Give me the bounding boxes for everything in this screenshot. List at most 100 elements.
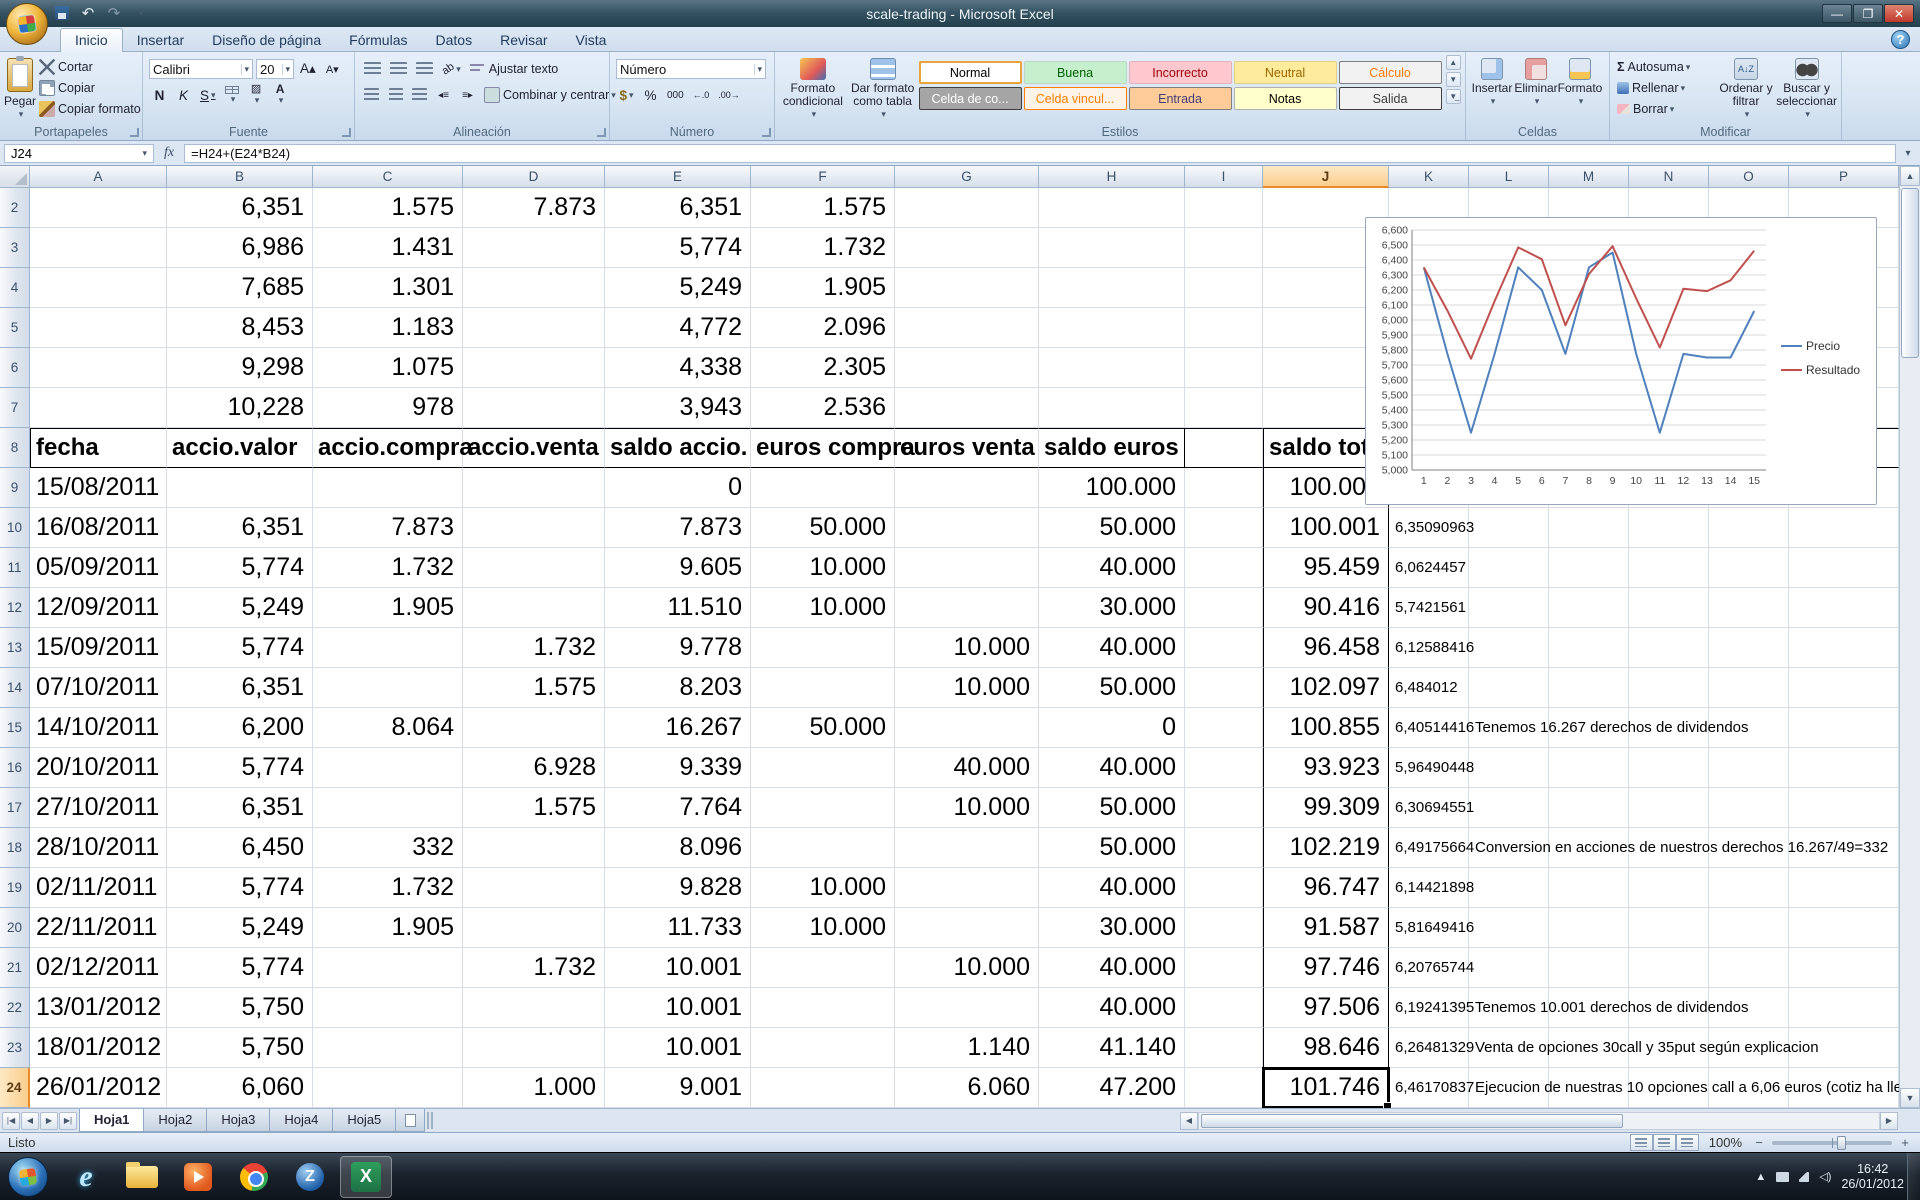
- cell-B20[interactable]: 5,249: [167, 908, 313, 948]
- cell-B22[interactable]: 5,750: [167, 988, 313, 1028]
- cell-E14[interactable]: 8.203: [605, 668, 751, 708]
- ribbon-tab-inicio[interactable]: Inicio: [60, 28, 123, 52]
- cell-A6[interactable]: [30, 348, 167, 388]
- cell-H13[interactable]: 40.000: [1039, 628, 1185, 668]
- help-button[interactable]: ?: [1891, 30, 1910, 49]
- column-header-L[interactable]: L: [1469, 166, 1549, 188]
- tray-expand-icon[interactable]: ▲: [1755, 1171, 1766, 1183]
- row-header-11[interactable]: 11: [0, 548, 30, 588]
- cell-B4[interactable]: 7,685: [167, 268, 313, 308]
- row-header-4[interactable]: 4: [0, 268, 30, 308]
- cell-A22[interactable]: 13/01/2012: [30, 988, 167, 1028]
- cell-O19[interactable]: [1709, 868, 1789, 908]
- cell-A3[interactable]: [30, 228, 167, 268]
- delete-cells-button[interactable]: Eliminar▾: [1514, 55, 1558, 121]
- cell-style-notas[interactable]: Notas: [1234, 87, 1337, 110]
- column-header-I[interactable]: I: [1185, 166, 1263, 188]
- shrink-font-button[interactable]: A▾: [322, 59, 343, 80]
- column-header-B[interactable]: B: [167, 166, 313, 188]
- cell-M11[interactable]: [1549, 548, 1629, 588]
- cell-O10[interactable]: [1709, 508, 1789, 548]
- qat-customize-button[interactable]: ▾: [130, 3, 150, 23]
- cell-B23[interactable]: 5,750: [167, 1028, 313, 1068]
- cell-N19[interactable]: [1629, 868, 1709, 908]
- cell-I17[interactable]: [1185, 788, 1263, 828]
- cell-N12[interactable]: [1629, 588, 1709, 628]
- formula-input[interactable]: =H24+(E24*B24): [184, 144, 1896, 163]
- cell-D12[interactable]: [463, 588, 605, 628]
- zoom-level[interactable]: 100%: [1709, 1135, 1742, 1150]
- dialog-launcher-icon[interactable]: [342, 128, 351, 137]
- cell-C19[interactable]: 1.732: [313, 868, 463, 908]
- cell-style-salida[interactable]: Salida: [1339, 87, 1442, 110]
- office-button[interactable]: [6, 3, 48, 45]
- cell-F8[interactable]: euros compra: [751, 428, 895, 468]
- cell-C20[interactable]: 1.905: [313, 908, 463, 948]
- cell-G24[interactable]: 6.060: [895, 1068, 1039, 1108]
- cell-C11[interactable]: 1.732: [313, 548, 463, 588]
- cell-G18[interactable]: [895, 828, 1039, 868]
- cell-G19[interactable]: [895, 868, 1039, 908]
- cell-K20[interactable]: 5,81649416: [1389, 908, 1469, 948]
- zoom-in-button[interactable]: +: [1898, 1135, 1912, 1150]
- cell-I19[interactable]: [1185, 868, 1263, 908]
- cell-E3[interactable]: 5,774: [605, 228, 751, 268]
- cell-B7[interactable]: 10,228: [167, 388, 313, 428]
- cell-F11[interactable]: 10.000: [751, 548, 895, 588]
- cell-E11[interactable]: 9.605: [605, 548, 751, 588]
- cell-L22[interactable]: Tenemos 10.001 derechos de dividendos: [1469, 988, 1549, 1028]
- cell-F16[interactable]: [751, 748, 895, 788]
- cell-H8[interactable]: saldo euros: [1039, 428, 1185, 468]
- column-header-A[interactable]: A: [30, 166, 167, 188]
- cell-O12[interactable]: [1709, 588, 1789, 628]
- fill-color-button[interactable]: ▨▾: [246, 85, 267, 106]
- cell-A18[interactable]: 28/10/2011: [30, 828, 167, 868]
- cell-G23[interactable]: 1.140: [895, 1028, 1039, 1068]
- cell-J21[interactable]: 97.746: [1263, 948, 1389, 988]
- align-top-button[interactable]: [361, 59, 384, 80]
- cell-H3[interactable]: [1039, 228, 1185, 268]
- cell-L15[interactable]: Tenemos 16.267 derechos de dividendos: [1469, 708, 1549, 748]
- column-header-J[interactable]: J: [1263, 166, 1389, 188]
- row-header-17[interactable]: 17: [0, 788, 30, 828]
- cell-D17[interactable]: 1.575: [463, 788, 605, 828]
- cell-A24[interactable]: 26/01/2012: [30, 1068, 167, 1108]
- row-header-13[interactable]: 13: [0, 628, 30, 668]
- cell-A9[interactable]: 15/08/2011: [30, 468, 167, 508]
- cell-P15[interactable]: [1789, 708, 1899, 748]
- cell-D21[interactable]: 1.732: [463, 948, 605, 988]
- cell-O13[interactable]: [1709, 628, 1789, 668]
- zoom-out-button[interactable]: −: [1752, 1135, 1766, 1150]
- cell-E4[interactable]: 5,249: [605, 268, 751, 308]
- cell-E7[interactable]: 3,943: [605, 388, 751, 428]
- cell-I24[interactable]: [1185, 1068, 1263, 1108]
- cell-L24[interactable]: Ejecucion de nuestras 10 opciones call a…: [1469, 1068, 1549, 1108]
- cell-P12[interactable]: [1789, 588, 1899, 628]
- cell-J11[interactable]: 95.459: [1263, 548, 1389, 588]
- cell-I2[interactable]: [1185, 188, 1263, 228]
- cell-style-celda-de-co[interactable]: Celda de co...: [919, 87, 1022, 110]
- cell-C24[interactable]: [313, 1068, 463, 1108]
- cell-D7[interactable]: [463, 388, 605, 428]
- cell-A7[interactable]: [30, 388, 167, 428]
- cell-F21[interactable]: [751, 948, 895, 988]
- chrome-icon[interactable]: [228, 1156, 280, 1198]
- gallery-up-button[interactable]: ▲: [1446, 55, 1461, 70]
- cell-G12[interactable]: [895, 588, 1039, 628]
- font-family-combo[interactable]: Calibri▾: [149, 59, 253, 79]
- cell-B9[interactable]: [167, 468, 313, 508]
- align-left-button[interactable]: [361, 85, 382, 106]
- last-sheet-button[interactable]: ▶|: [59, 1112, 77, 1130]
- cell-B6[interactable]: 9,298: [167, 348, 313, 388]
- cell-M20[interactable]: [1549, 908, 1629, 948]
- cell-B15[interactable]: 6,200: [167, 708, 313, 748]
- column-header-G[interactable]: G: [895, 166, 1039, 188]
- page-break-view-button[interactable]: [1676, 1134, 1699, 1151]
- expand-formula-bar-button[interactable]: ▾: [1900, 148, 1916, 159]
- cell-D14[interactable]: 1.575: [463, 668, 605, 708]
- cell-K11[interactable]: 6,0624457: [1389, 548, 1469, 588]
- cell-J18[interactable]: 102.219: [1263, 828, 1389, 868]
- column-header-C[interactable]: C: [313, 166, 463, 188]
- row-header-9[interactable]: 9: [0, 468, 30, 508]
- column-header-D[interactable]: D: [463, 166, 605, 188]
